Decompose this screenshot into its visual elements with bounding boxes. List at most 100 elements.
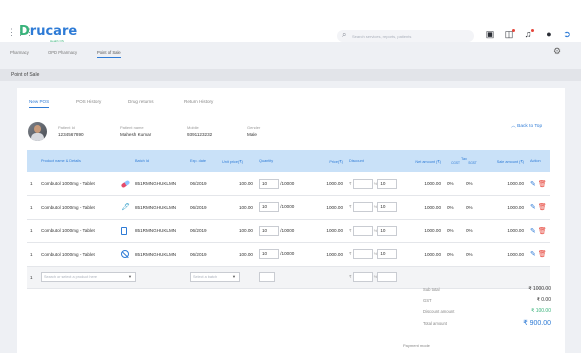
row-number: 1 <box>27 172 38 196</box>
search-placeholder: Search services, reports, patients <box>352 33 412 39</box>
page-title: Point of Sale <box>11 72 40 78</box>
tab-new-pos[interactable]: New POS <box>29 99 50 108</box>
user-avatar-icon[interactable]: ● <box>543 28 555 40</box>
crumb-opd-pharmacy[interactable]: OPD Pharmacy <box>48 50 77 55</box>
col-exp: Exp. date <box>187 150 219 172</box>
discount-amount-input[interactable] <box>352 272 373 282</box>
logout-icon[interactable]: ➲ <box>561 28 573 40</box>
batch-select-cell: Select a batch ▼ <box>187 266 256 289</box>
total-amount-label: Total amount <box>423 321 447 326</box>
batch-id-link[interactable]: 851RMNGHUKLMN <box>132 172 187 196</box>
back-to-top-link[interactable]: ︿ Back to Top <box>511 122 542 129</box>
calendar-icon[interactable]: ▣ <box>484 28 496 40</box>
action-cell: ✎ 🗑 <box>527 242 551 267</box>
price: 1000.00 <box>308 242 346 267</box>
notes-badge <box>512 29 515 32</box>
product-search-placeholder: Search or select a product here <box>44 275 97 279</box>
table-header-row: Product name & Details Batch Id Exp. dat… <box>27 150 551 172</box>
discount-amount-input[interactable] <box>352 249 373 260</box>
discount-amount-input[interactable] <box>352 178 373 189</box>
quantity-cell: 10 /10000 <box>256 172 308 196</box>
sgst: 0% <box>463 219 485 243</box>
discount-percent-input[interactable] <box>377 272 397 282</box>
batch-select-placeholder: Select a batch <box>193 275 218 279</box>
gst-value: ₹ 0.00 <box>536 297 551 303</box>
cgst: 0% <box>444 219 463 243</box>
discount-amount-input[interactable] <box>352 202 373 213</box>
quantity-cell <box>256 266 308 289</box>
exp-date: 06/2019 <box>187 172 219 196</box>
unit-price: 100.00 <box>219 219 256 243</box>
col-batch: Batch Id <box>132 150 187 172</box>
sub-total-label: Sub total <box>423 287 440 292</box>
discount-percent-input[interactable]: 10 <box>377 202 397 213</box>
product-search-select[interactable]: Search or select a product here ▼ <box>41 272 136 282</box>
row-number: 1 <box>27 219 38 243</box>
delete-icon[interactable]: 🗑 <box>536 228 547 235</box>
unit-price: 100.00 <box>219 172 256 196</box>
exp-date: 06/2019 <box>187 219 219 243</box>
quantity-input[interactable]: 10 <box>259 202 279 213</box>
unit-price: 100.00 <box>219 195 256 220</box>
delete-icon[interactable]: 🗑 <box>536 181 547 188</box>
search-bar[interactable]: ⌕ Search services, reports, patients <box>337 30 474 42</box>
discount-amount-input[interactable] <box>352 225 373 236</box>
col-net-amount: Net amount (₹) <box>397 150 444 172</box>
cgst: 0% <box>444 242 463 267</box>
price: 1000.00 <box>308 172 346 196</box>
batch-select[interactable]: Select a batch ▼ <box>190 272 240 282</box>
page-title-bar <box>0 69 581 81</box>
quantity-input[interactable]: 10 <box>259 225 279 236</box>
batch-id-link[interactable]: 851RMNGHUKLMN <box>132 242 187 267</box>
col-action: Action <box>527 150 551 172</box>
delete-icon[interactable]: 🗑 <box>536 204 547 211</box>
col-price: Price(₹) <box>308 150 346 172</box>
gst-label: GST <box>423 298 432 303</box>
caret-down-icon: ▼ <box>128 274 132 279</box>
discount-percent-input[interactable]: 10 <box>377 249 397 260</box>
sgst <box>463 266 485 289</box>
sale-amount: 1000.00 <box>484 219 528 243</box>
quantity-input[interactable] <box>259 272 275 282</box>
unavailable-icon <box>121 250 129 259</box>
sub-total-value: ₹ 1000.00 <box>528 286 551 292</box>
quantity-cell: 10 /10000 <box>256 219 308 243</box>
sale-amount: 1000.00 <box>484 172 528 196</box>
chevron-up-icon: ︿ <box>511 124 516 129</box>
cgst: 0% <box>444 195 463 220</box>
batch-id-link[interactable]: 851RMNGHUKLMN <box>132 195 187 220</box>
gear-icon[interactable]: ⚙ <box>553 47 561 56</box>
product-type-cell <box>118 242 132 267</box>
row-number: 1 <box>27 266 38 289</box>
discount-cell: ₹ % 10 <box>346 172 397 196</box>
action-cell: ✎ 🗑 <box>527 195 551 220</box>
discount-percent-input[interactable]: 10 <box>377 178 397 189</box>
quantity-input[interactable]: 10 <box>259 178 279 189</box>
discount-amount-value: ₹ 100.00 <box>531 308 551 314</box>
discount-percent-input[interactable]: 10 <box>377 225 397 236</box>
crumb-pharmacy[interactable]: Pharmacy <box>10 50 29 55</box>
quantity-input[interactable]: 10 <box>259 249 279 260</box>
table-row: 1 Combutol 1000mg - Tablet 851RMNGHUKLMN 06… <box>27 242 551 267</box>
sgst: 0% <box>463 242 485 267</box>
col-unit-price: Unit price(₹) <box>219 150 256 172</box>
delete-icon[interactable]: 🗑 <box>536 251 547 258</box>
crumb-point-of-sale[interactable]: Point of Sale <box>97 50 121 58</box>
tab-pos-history[interactable]: POS History <box>76 99 101 104</box>
quantity-cell: 10 /10000 <box>256 195 308 220</box>
total-amount-value: ₹ 900.00 <box>523 320 551 327</box>
product-type-cell: 🖋 <box>118 195 132 220</box>
col-quantity: Quantity <box>256 150 308 172</box>
pos-items-table: Product name & Details Batch Id Exp. dat… <box>27 150 551 289</box>
drucare-logo[interactable]: Drucare <box>19 25 77 38</box>
tab-return-history[interactable]: Return History <box>184 99 213 104</box>
sale-amount: 1000.00 <box>484 242 528 267</box>
exp-date: 06/2019 <box>187 195 219 220</box>
batch-id-link[interactable]: 851RMNGHUKLMN <box>132 219 187 243</box>
discount-cell: ₹ % 10 <box>346 242 397 267</box>
discount-amount-label: Discount amount <box>423 309 455 314</box>
patient-name: Mahesh Kumar <box>120 132 152 137</box>
caret-down-icon: ▼ <box>232 274 236 279</box>
product-select-cell: Search or select a product here ▼ <box>38 266 187 289</box>
tab-drug-returns[interactable]: Drug returns <box>128 99 154 104</box>
